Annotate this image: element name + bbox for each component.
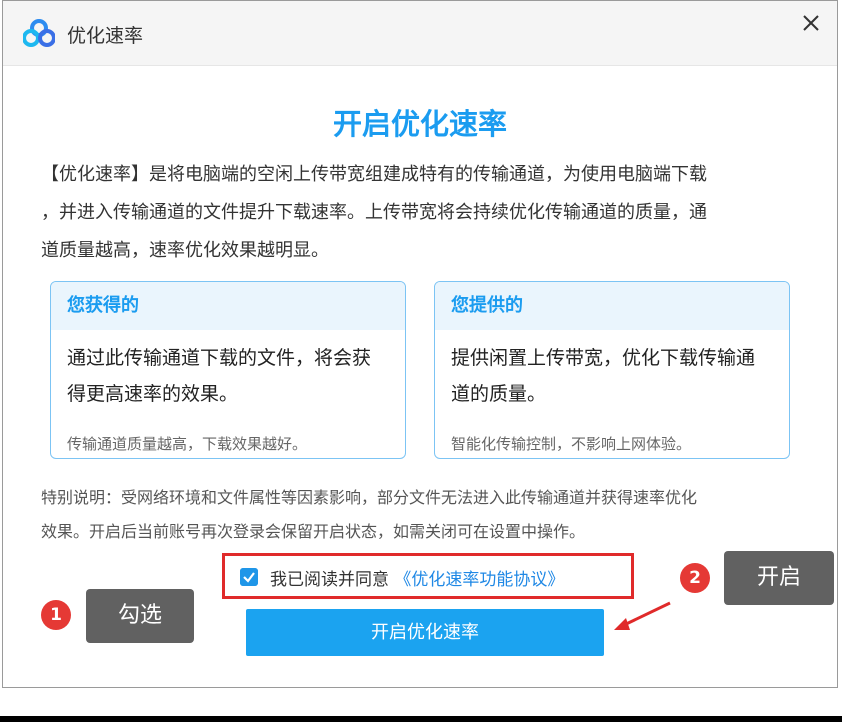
you-provide-card: 您提供的 提供闲置上传带宽，优化下载传输通 道的质量。 智能化传输控制，不影响上… (434, 281, 790, 459)
step-number-badge: 1 (41, 600, 71, 630)
step-callout: 开启 (724, 551, 834, 605)
card-body-line: 得更高速率的效果。 (67, 383, 239, 405)
window-title: 优化速率 (67, 25, 144, 47)
you-get-card: 您获得的 通过此传输通道下载的文件，将会获 得更高速率的效果。 传输通道质量越高… (50, 281, 406, 459)
special-notice: 特别说明：受网络环境和文件属性等因素影响，部分文件无法进入此传输通道并获得速率优… (41, 481, 811, 549)
enable-optimize-button[interactable]: 开启优化速率 (246, 609, 604, 656)
card-body-line: 道的质量。 (451, 383, 547, 405)
agreement-label: 我已阅读并同意 (270, 570, 389, 590)
agreement-checkbox[interactable] (240, 568, 258, 586)
intro-line: 【优化速率】是将电脑端的空闲上传带宽组建成特有的传输通道，为使用电脑端下载 (41, 164, 707, 185)
card-note: 智能化传输控制，不影响上网体验。 (451, 435, 692, 453)
agreement-text: 我已阅读并同意 《优化速率功能协议》 (270, 565, 564, 590)
card-body: 提供闲置上传带宽，优化下载传输通 道的质量。 (435, 330, 789, 412)
close-icon[interactable] (797, 9, 825, 37)
notice-line: 效果。开启后当前账号再次登录会保留开启状态，如需关闭可在设置中操作。 (41, 522, 586, 541)
intro-text: 【优化速率】是将电脑端的空闲上传带宽组建成特有的传输通道，为使用电脑端下载 ，并… (41, 156, 803, 270)
bottom-border (0, 716, 842, 722)
card-note: 传输通道质量越高，下载效果越好。 (67, 435, 308, 453)
card-body-line: 提供闲置上传带宽，优化下载传输通 (451, 347, 756, 369)
card-title: 您获得的 (51, 282, 405, 330)
cloud-logo-icon (23, 19, 55, 47)
pointer-arrow-icon (614, 601, 671, 630)
intro-line: ，并进入传输通道的文件提升下载速率。上传带宽将会持续优化传输通道的质量，通 (41, 202, 707, 223)
card-title: 您提供的 (435, 282, 789, 330)
intro-line: 道质量越高，速率优化效果越明显。 (41, 240, 329, 261)
notice-line: 特别说明：受网络环境和文件属性等因素影响，部分文件无法进入此传输通道并获得速率优… (41, 488, 698, 507)
step-callout: 勾选 (86, 589, 194, 643)
dialog-heading: 开启优化速率 (332, 107, 507, 141)
card-body-line: 通过此传输通道下载的文件，将会获 (67, 347, 372, 369)
agreement-link[interactable]: 《优化速率功能协议》 (394, 570, 564, 590)
step-number-badge: 2 (680, 563, 710, 593)
card-body: 通过此传输通道下载的文件，将会获 得更高速率的效果。 (51, 330, 405, 412)
title-bar: 优化速率 (3, 1, 837, 66)
